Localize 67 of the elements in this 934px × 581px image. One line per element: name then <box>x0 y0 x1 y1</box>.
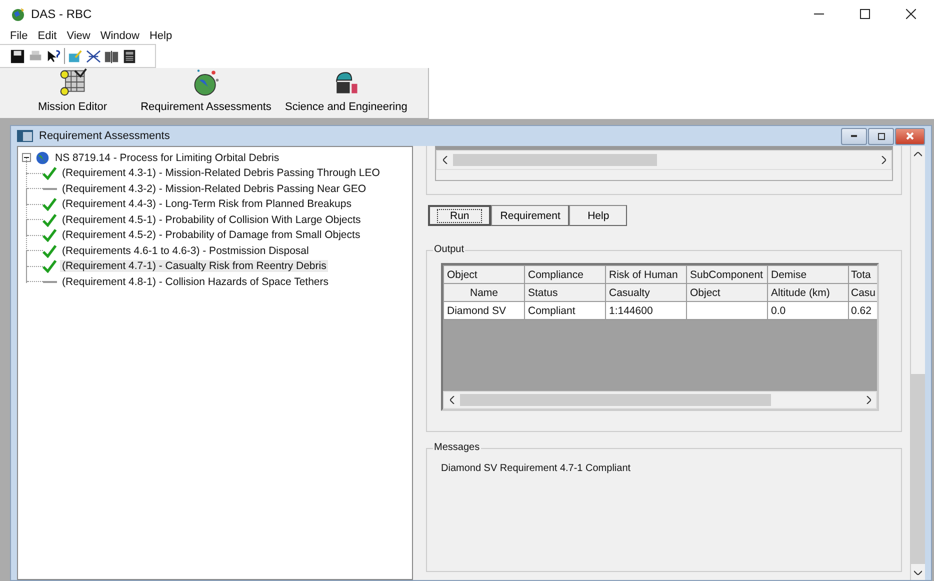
column-header[interactable]: Risk of Human <box>606 266 686 284</box>
menu-item[interactable]: Window <box>96 30 144 42</box>
tree-item[interactable]: (Requirement 4.3-2) - Mission-Related Debris Passing Near GEO <box>60 182 368 195</box>
scroll-down-icon[interactable] <box>914 570 922 574</box>
close-icon[interactable] <box>906 9 916 19</box>
menu-item[interactable]: View <box>62 30 94 42</box>
group-label: Messages <box>433 442 481 453</box>
scroll-left-icon[interactable] <box>442 156 448 164</box>
scroll-left-icon[interactable] <box>450 396 454 404</box>
table-cell: 0.62 <box>848 302 877 320</box>
column-header[interactable]: Altitude (km) <box>768 284 848 302</box>
table-cell: 1:144600 <box>606 302 686 320</box>
action-button[interactable]: Run <box>428 205 492 226</box>
table-cell: Compliant <box>524 302 606 320</box>
group-label: Output <box>433 244 466 255</box>
globe-icon <box>35 150 50 165</box>
collapse-toggle[interactable] <box>22 153 31 162</box>
calculator-icon[interactable] <box>122 48 137 64</box>
horizontal-scrollbar[interactable] <box>436 150 892 170</box>
column-header[interactable]: Object <box>686 284 768 302</box>
column-header[interactable]: Tota <box>848 266 877 284</box>
menu-item[interactable]: Edit <box>34 30 61 42</box>
maximize-icon[interactable] <box>860 9 870 19</box>
horizontal-scrollbar[interactable] <box>443 391 877 409</box>
tree-item[interactable]: (Requirement 4.8-1) - Collision Hazards of Space Tethers <box>60 276 331 288</box>
column-header[interactable]: SubComponent <box>686 266 768 284</box>
tree-item[interactable]: (Requirement 4.5-1) - Probability of Collision With Large Objects <box>60 214 363 226</box>
minimize-button[interactable] <box>841 128 867 144</box>
action-button[interactable]: Help <box>569 205 628 226</box>
close-icon <box>906 132 914 140</box>
window-title: DAS - RBC <box>31 7 92 21</box>
tree-item[interactable]: (Requirements 4.6-1 to 4.6-3) - Postmission Disposal <box>60 244 311 257</box>
table-cell: 0.0 <box>768 302 848 320</box>
save-icon[interactable] <box>10 48 25 64</box>
module-button[interactable]: Science and Engineering <box>277 65 416 118</box>
window-title: Requirement Assessments <box>39 130 170 142</box>
column-header[interactable]: Object <box>444 266 524 284</box>
action-button[interactable]: Requirement <box>491 205 570 226</box>
restore-button[interactable] <box>868 128 894 144</box>
tree-item[interactable]: (Requirement 4.7-1) - Casualty Risk from Reentry Debris <box>60 260 328 272</box>
column-header[interactable]: Status <box>524 284 606 302</box>
app-icon <box>10 6 26 22</box>
tree-item[interactable]: NS 8719.14 - Process for Limiting Orbital Debris <box>53 152 282 164</box>
help-pointer-icon[interactable] <box>46 48 61 64</box>
restore-icon <box>878 132 884 140</box>
column-header[interactable]: Casu <box>848 284 877 302</box>
tree-item[interactable]: (Requirement 4.3-1) - Mission-Related Debris Passing Through LEO <box>60 167 382 180</box>
window-icon <box>17 130 33 142</box>
message-text: Diamond SV Requirement 4.7-1 Compliant <box>441 463 632 474</box>
tree-item[interactable]: (Requirement 4.4-3) - Long-Term Risk from Planned Breakups <box>60 198 354 210</box>
module-button[interactable]: Requirement Assessments <box>135 65 277 118</box>
graph-icon[interactable] <box>86 48 101 64</box>
module-button[interactable]: Mission Editor <box>10 65 135 118</box>
table-cell: Diamond SV <box>444 302 524 320</box>
menu-item[interactable]: File <box>6 30 32 42</box>
menu-item[interactable]: Help <box>145 30 176 42</box>
scroll-right-icon[interactable] <box>880 156 886 164</box>
scroll-up-icon[interactable] <box>914 152 922 156</box>
column-header[interactable]: Compliance <box>524 266 606 284</box>
minimize-icon <box>851 135 857 137</box>
close-button[interactable] <box>895 128 925 144</box>
column-header[interactable]: Casualty <box>606 284 686 302</box>
tree-item[interactable]: (Requirement 4.5-2) - Probability of Damage from Small Objects <box>60 229 362 242</box>
scroll-right-icon[interactable] <box>866 396 870 404</box>
column-header[interactable]: Demise <box>768 266 848 284</box>
book-icon[interactable] <box>104 48 119 64</box>
column-header[interactable]: Name <box>444 284 524 302</box>
